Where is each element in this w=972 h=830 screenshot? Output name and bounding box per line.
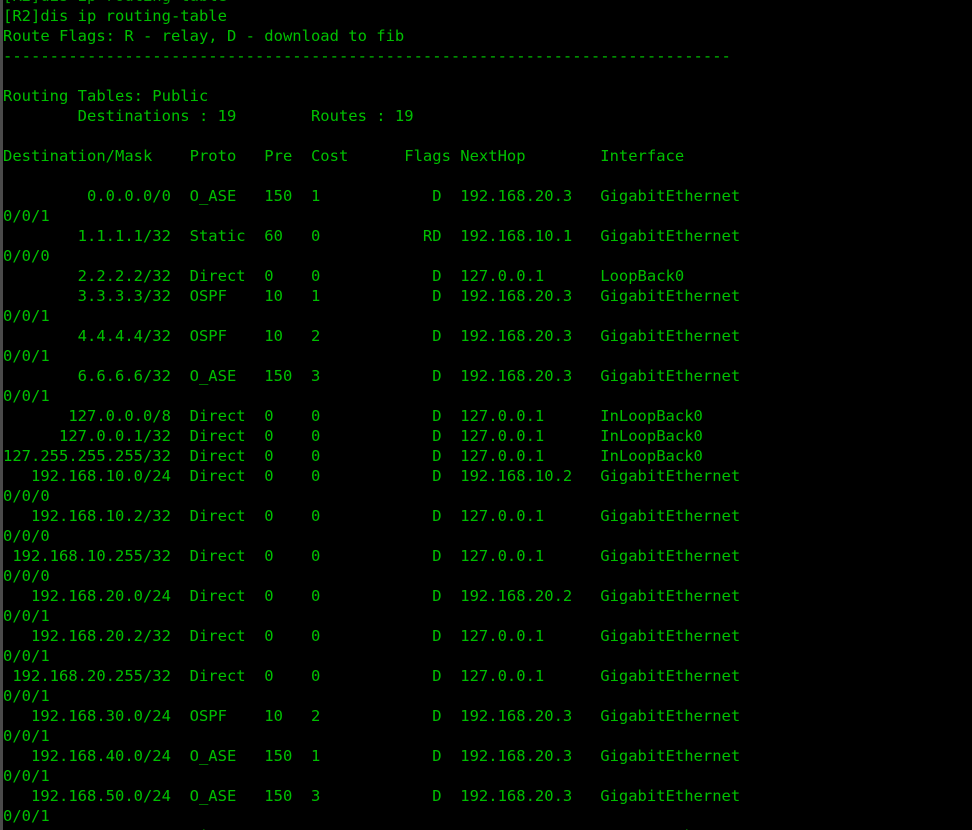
- table-row-interface-wrap: 0/0/1: [3, 647, 50, 665]
- table-row-interface-wrap: 0/0/0: [3, 247, 50, 265]
- table-row[interactable]: 4.4.4.4/32 OSPF 10 2 D 192.168.20.3 Giga…: [3, 326, 972, 346]
- terminal-window[interactable]: [R2]dis ip routing-table[R2]dis ip routi…: [0, 0, 972, 830]
- table-row[interactable]: 192.168.20.2/32 Direct 0 0 D 127.0.0.1 G…: [3, 626, 972, 646]
- table-row[interactable]: 2.2.2.2/32 Direct 0 0 D 127.0.0.1 LoopBa…: [3, 266, 972, 286]
- route-flags-legend: Route Flags: R - relay, D - download to …: [3, 27, 405, 45]
- table-row[interactable]: 0.0.0.0/0 O_ASE 150 1 D 192.168.20.3 Gig…: [3, 186, 972, 206]
- table-row-interface-wrap: 0/0/0: [3, 567, 50, 585]
- table-row-interface-wrap: 0/0/0: [3, 527, 50, 545]
- table-row[interactable]: 192.168.40.0/24 O_ASE 150 1 D 192.168.20…: [3, 746, 972, 766]
- table-row[interactable]: 6.6.6.6/32 O_ASE 150 3 D 192.168.20.3 Gi…: [3, 366, 972, 386]
- terminal-scroll-area: [R2]dis ip routing-table[R2]dis ip routi…: [3, 0, 972, 830]
- table-header-row: Destination/Mask Proto Pre Cost Flags Ne…: [3, 147, 685, 165]
- table-row[interactable]: 255.255.255.255/32 Direct 0 0 D 127.0.0.…: [3, 826, 972, 830]
- command-prompt-line[interactable]: [R2]dis ip routing-table: [3, 6, 972, 26]
- scrolled-off-command-line: [R2]dis ip routing-table: [3, 0, 972, 6]
- table-row-interface-wrap: 0/0/1: [3, 387, 50, 405]
- table-row-interface-wrap: 0/0/1: [3, 727, 50, 745]
- table-row[interactable]: 1.1.1.1/32 Static 60 0 RD 192.168.10.1 G…: [3, 226, 972, 246]
- table-row-interface-wrap: 0/0/1: [3, 347, 50, 365]
- table-row-interface-wrap: 0/0/0: [3, 487, 50, 505]
- destinations-routes-counts: Destinations : 19 Routes : 19: [3, 107, 414, 125]
- table-row-interface-wrap: 0/0/1: [3, 767, 50, 785]
- table-row[interactable]: 192.168.50.0/24 O_ASE 150 3 D 192.168.20…: [3, 786, 972, 806]
- table-row[interactable]: 192.168.10.255/32 Direct 0 0 D 127.0.0.1…: [3, 546, 972, 566]
- table-row[interactable]: 3.3.3.3/32 OSPF 10 1 D 192.168.20.3 Giga…: [3, 286, 972, 306]
- table-row-interface-wrap: 0/0/1: [3, 607, 50, 625]
- table-row-interface-wrap: 0/0/1: [3, 207, 50, 225]
- table-row[interactable]: 192.168.20.255/32 Direct 0 0 D 127.0.0.1…: [3, 666, 972, 686]
- table-row[interactable]: 192.168.10.2/32 Direct 0 0 D 127.0.0.1 G…: [3, 506, 972, 526]
- table-row[interactable]: 127.255.255.255/32 Direct 0 0 D 127.0.0.…: [3, 446, 972, 466]
- table-row[interactable]: 127.0.0.1/32 Direct 0 0 D 127.0.0.1 InLo…: [3, 426, 972, 446]
- separator-line: ----------------------------------------…: [3, 47, 731, 65]
- table-row[interactable]: 192.168.10.0/24 Direct 0 0 D 192.168.10.…: [3, 466, 972, 486]
- table-row[interactable]: 127.0.0.0/8 Direct 0 0 D 127.0.0.1 InLoo…: [3, 406, 972, 426]
- table-row[interactable]: 192.168.30.0/24 OSPF 10 2 D 192.168.20.3…: [3, 706, 972, 726]
- routing-tables-scope: Routing Tables: Public: [3, 87, 209, 105]
- table-row[interactable]: 192.168.20.0/24 Direct 0 0 D 192.168.20.…: [3, 586, 972, 606]
- table-row-interface-wrap: 0/0/1: [3, 687, 50, 705]
- table-row-interface-wrap: 0/0/1: [3, 807, 50, 825]
- table-row-interface-wrap: 0/0/1: [3, 307, 50, 325]
